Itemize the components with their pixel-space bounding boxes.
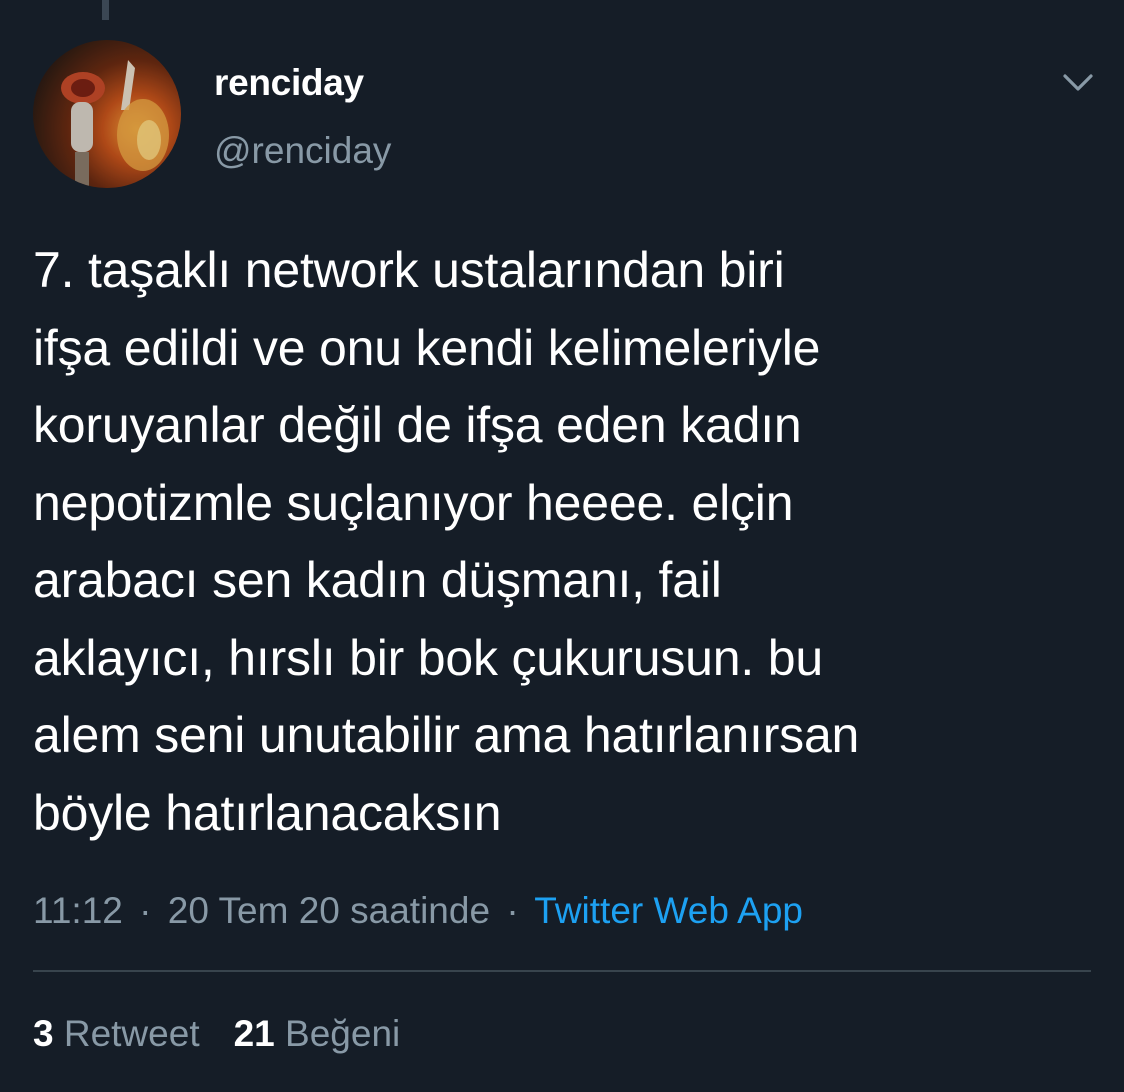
tweet-time[interactable]: 11:12 <box>33 890 123 931</box>
tweet-source-link[interactable]: Twitter Web App <box>534 890 803 931</box>
tweet-text: 7. taşaklı network ustalarından biri ifş… <box>33 242 860 841</box>
avatar[interactable] <box>33 40 181 188</box>
retweets-stat[interactable]: 3 Retweet <box>33 1013 200 1054</box>
likes-count: 21 <box>233 1013 275 1054</box>
author-display-name[interactable]: renciday <box>214 62 364 104</box>
tweet-meta: 11:12 · 20 Tem 20 saatinde · Twitter Web… <box>33 890 803 932</box>
thread-connector-line <box>102 0 109 20</box>
author-handle[interactable]: @renciday <box>214 130 391 172</box>
meta-separator: · <box>139 890 152 931</box>
tweet-date[interactable]: 20 Tem 20 saatinde <box>168 890 490 931</box>
meta-separator: · <box>506 890 519 931</box>
avatar-image <box>33 40 181 188</box>
divider <box>33 970 1091 972</box>
likes-label: Beğeni <box>285 1013 401 1054</box>
chevron-down-icon[interactable] <box>1058 62 1098 102</box>
retweets-label: Retweet <box>63 1013 200 1054</box>
likes-stat[interactable]: 21 Beğeni <box>234 1013 401 1054</box>
engagement-stats: 3 Retweet 21 Beğeni <box>33 1013 400 1055</box>
retweets-count: 3 <box>33 1013 54 1054</box>
